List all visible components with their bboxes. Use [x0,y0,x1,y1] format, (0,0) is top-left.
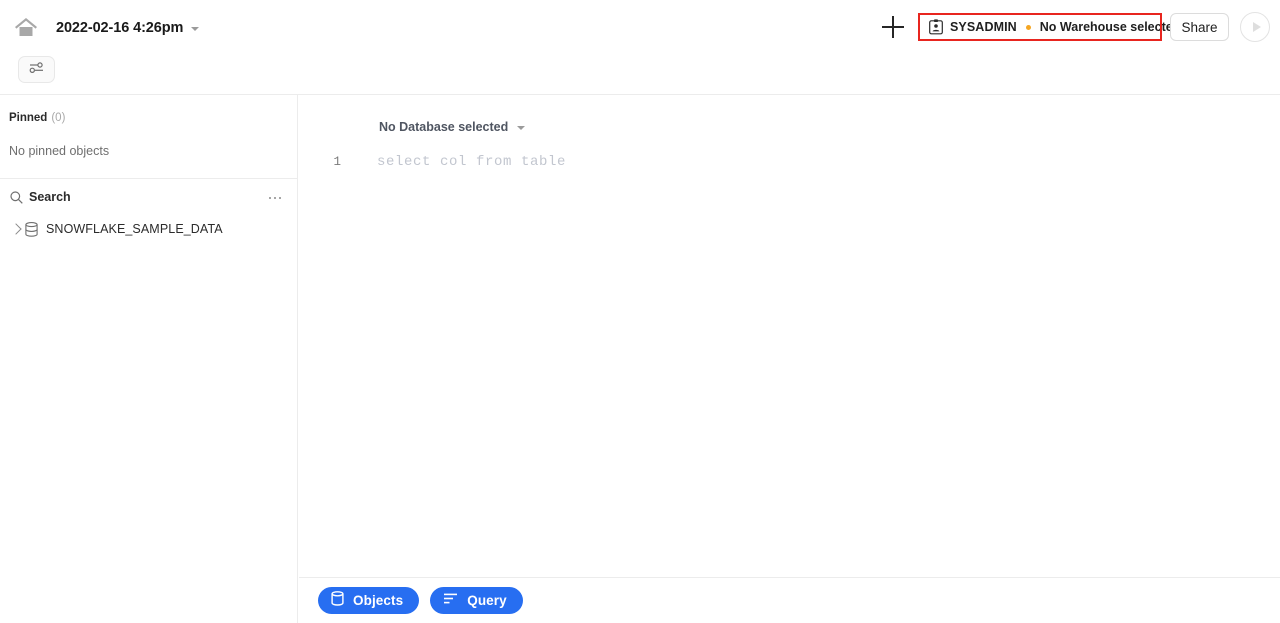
chevron-down-icon [191,27,200,31]
ellipsis-icon[interactable] [265,188,285,208]
database-selector-label: No Database selected [379,120,509,134]
warehouse-label: No Warehouse selected [1039,20,1181,34]
share-button[interactable]: Share [1170,13,1229,41]
search-input[interactable]: Search [0,179,298,217]
top-bar-row-primary: 2022-02-16 4:26pm SYSADMIN No Warehouse … [0,0,1280,52]
editor-line-number: 1 [333,155,341,169]
page-title: 2022-02-16 4:26pm [56,20,184,36]
role-label: SYSADMIN [950,20,1017,34]
pinned-empty-message: No pinned objects [9,144,110,158]
tab-objects[interactable]: Objects [318,587,420,614]
role-group: SYSADMIN [929,19,1017,35]
pinned-label: Pinned [9,112,48,124]
editor-placeholder-text: select col from table [377,154,567,170]
sql-editor[interactable]: 1 select col from table [299,150,1280,577]
search-icon [10,191,23,204]
play-icon [1252,22,1261,32]
warehouse-status-dot [1025,24,1031,30]
chevron-right-icon[interactable] [10,223,22,235]
main-panel: No Database selected 1 select col from t… [299,95,1280,623]
home-icon[interactable] [13,14,39,38]
worksheet-title-dropdown[interactable]: 2022-02-16 4:26pm [56,17,200,39]
snowflake-worksheet-app: 2022-02-16 4:26pm SYSADMIN No Warehouse … [0,0,1280,623]
database-icon [331,590,344,611]
run-query-button[interactable] [1240,12,1270,42]
sidebar: Pinned (0) No pinned objects Search SNOW… [0,95,298,623]
database-selector[interactable]: No Database selected [379,117,526,137]
sidebar-item-snowflake-sample-data[interactable]: SNOWFLAKE_SAMPLE_DATA [0,217,298,243]
sidebar-item-label: SNOWFLAKE_SAMPLE_DATA [46,222,223,236]
id-badge-icon [929,19,943,35]
tab-objects-label: Objects [353,593,404,608]
search-placeholder-label: Search [29,190,71,204]
context-selector-badge[interactable]: SYSADMIN No Warehouse selected [925,16,1184,38]
chevron-down-icon [517,126,526,130]
worksheet-settings-button[interactable] [18,56,55,83]
sliders-icon [29,61,44,79]
tab-query[interactable]: Query [430,587,523,614]
database-icon [25,222,38,237]
pinned-section-header: Pinned (0) [9,112,65,124]
tab-query-label: Query [467,593,507,608]
add-worksheet-button[interactable] [881,15,905,39]
query-lines-icon [443,592,458,610]
top-bar: 2022-02-16 4:26pm SYSADMIN No Warehouse … [0,0,1280,95]
top-bar-row-secondary [0,52,1280,95]
pinned-count: (0) [51,112,66,124]
bottom-tab-bar: Objects Query [299,578,1280,623]
share-button-label: Share [1181,19,1218,35]
